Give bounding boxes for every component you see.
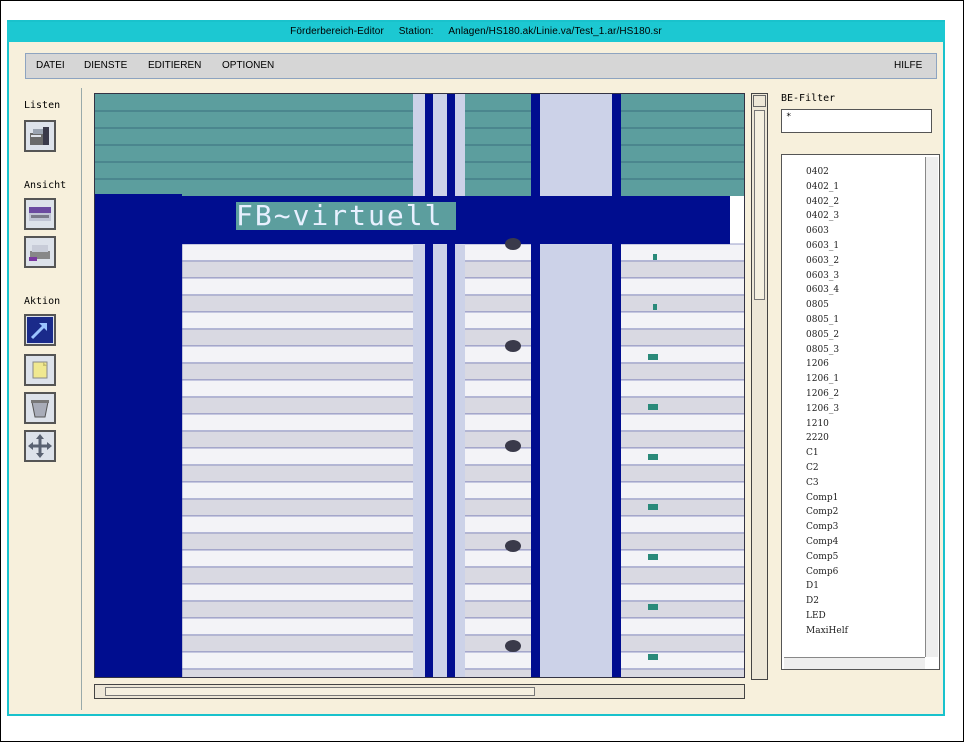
menu-dienste[interactable]: DIENSTE	[84, 54, 127, 78]
be-list-item[interactable]: 0603	[806, 226, 829, 236]
aktion-label: Aktion	[24, 296, 61, 307]
listen-label: Listen	[24, 100, 61, 111]
carrier-dot	[505, 540, 521, 552]
be-list-item[interactable]: Comp1	[806, 493, 838, 503]
menu-optionen[interactable]: OPTIONEN	[222, 54, 274, 78]
be-list-item[interactable]: 1210	[806, 419, 829, 429]
delete-button[interactable]	[24, 392, 56, 424]
new-note-icon	[32, 361, 48, 379]
menu-datei[interactable]: DATEI	[36, 54, 65, 78]
be-list-item[interactable]: 0402_3	[806, 211, 839, 221]
be-list-item[interactable]: 0805_1	[806, 315, 839, 325]
carrier-dot	[505, 238, 521, 250]
hscroll-thumb[interactable]	[105, 687, 535, 696]
position-mark	[648, 604, 658, 610]
be-list-item[interactable]: 1206_1	[806, 374, 839, 384]
lane-group-2	[531, 94, 621, 677]
be-list-item[interactable]: LED	[806, 611, 826, 621]
window-title: Förderbereich-Editor	[290, 26, 384, 37]
move-arrows-icon	[28, 434, 52, 458]
be-list-item[interactable]: Comp4	[806, 537, 838, 547]
be-list-item[interactable]: D2	[806, 596, 819, 606]
be-list-item[interactable]: C1	[806, 448, 819, 458]
menu-editieren[interactable]: EDITIEREN	[148, 54, 201, 78]
position-mark	[653, 304, 657, 310]
be-list-item[interactable]: 0603_1	[806, 241, 839, 251]
position-mark	[648, 554, 658, 560]
be-list-item[interactable]: Comp3	[806, 522, 838, 532]
vscroll-thumb[interactable]	[754, 110, 765, 300]
ansicht-button-2[interactable]	[24, 236, 56, 268]
arrow-pointer-icon	[27, 317, 53, 343]
move-button[interactable]	[24, 430, 56, 462]
position-mark	[648, 404, 658, 410]
be-list-item[interactable]: 0805	[806, 300, 829, 310]
carrier-dot	[505, 640, 521, 652]
be-list-item[interactable]: Comp2	[806, 507, 838, 517]
vscroll-up-arrow[interactable]	[753, 95, 766, 107]
be-filter-label: BE-Filter	[781, 93, 836, 104]
be-list-item[interactable]: 0402_1	[806, 182, 839, 192]
be-list-item[interactable]: 0402_2	[806, 197, 839, 207]
be-list-item[interactable]: 0402	[806, 167, 829, 177]
select-button[interactable]	[24, 314, 56, 346]
ansicht-label: Ansicht	[24, 180, 67, 191]
conveyor-canvas[interactable]: FB~virtuell	[94, 93, 745, 678]
listen-button[interactable]	[24, 120, 56, 152]
navy-side-block	[95, 194, 182, 677]
title-bar: Förderbereich-Editor Station: Anlagen/HS…	[7, 22, 945, 42]
station-path: Anlagen/HS180.ak/Linie.va/Test_1.ar/HS18…	[448, 26, 662, 37]
be-list-vertical-scrollbar[interactable]	[925, 157, 938, 657]
view-side-icon	[29, 245, 50, 261]
be-list-item[interactable]: D1	[806, 581, 819, 591]
be-filter-input[interactable]: *	[781, 109, 932, 133]
position-mark	[648, 504, 658, 510]
lane-group-1	[413, 94, 465, 677]
view-top-icon	[29, 207, 51, 221]
be-list[interactable]: 0402 0402_1 0402_2 0402_3 0603 0603_1 0603_2 06…	[781, 154, 940, 670]
position-mark	[648, 454, 658, 460]
be-list-item[interactable]: 2220	[806, 433, 829, 443]
be-list-item[interactable]: 0603_4	[806, 285, 839, 295]
be-list-item[interactable]: 1206_2	[806, 389, 839, 399]
conveyor-list-icon	[30, 127, 49, 145]
be-list-item[interactable]: 0603_2	[806, 256, 839, 266]
ansicht-button-1[interactable]	[24, 198, 56, 230]
be-list-item[interactable]: 0805_2	[806, 330, 839, 340]
be-list-item[interactable]: Comp5	[806, 552, 838, 562]
new-element-button[interactable]	[24, 354, 56, 386]
conveyor-diagram	[95, 94, 744, 677]
be-list-horizontal-scrollbar[interactable]	[784, 657, 925, 669]
canvas-horizontal-scrollbar[interactable]	[94, 684, 745, 699]
trash-bin-icon	[31, 400, 49, 418]
carrier-dot	[505, 440, 521, 452]
canvas-vertical-scrollbar[interactable]	[751, 93, 768, 680]
be-list-item[interactable]: C3	[806, 478, 819, 488]
menu-hilfe[interactable]: HILFE	[894, 54, 922, 78]
be-list-item[interactable]: 1206	[806, 359, 829, 369]
station-label: Station:	[398, 26, 434, 37]
be-list-item[interactable]: 0603_3	[806, 271, 839, 281]
position-mark	[648, 654, 658, 660]
menu-bar: DATEI DIENSTE EDITIEREN OPTIONEN HILFE	[25, 53, 937, 79]
be-list-item[interactable]: Comp6	[806, 567, 838, 577]
position-mark	[653, 254, 657, 260]
banner-text[interactable]: FB~virtuell	[236, 200, 443, 232]
be-list-item[interactable]: 0805_3	[806, 345, 839, 355]
be-list-item[interactable]: 1206_3	[806, 404, 839, 414]
be-list-item[interactable]: C2	[806, 463, 819, 473]
carrier-dot	[505, 340, 521, 352]
position-mark	[648, 354, 658, 360]
be-list-item[interactable]: MaxiHelf	[806, 626, 848, 636]
